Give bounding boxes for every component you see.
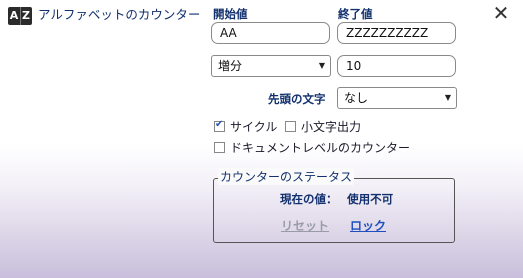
counter-status-title: カウンターのステータス [218,168,355,185]
step-mode-value: 増分 [218,59,243,73]
counter-status-group [213,178,455,243]
chevron-down-icon: ▼ [444,93,451,102]
document-level-label: ドキュメントレベルのカウンター [230,141,411,155]
lowercase-label: 小文字出力 [301,120,362,134]
app-icon-letter-z: Z [22,9,30,22]
app-title: アルファベットのカウンター [38,7,201,22]
prefix-label: 先頭の文字 [268,92,326,106]
document-level-checkbox[interactable] [214,142,225,153]
step-mode-select[interactable]: 増分 ▼ [211,55,331,77]
current-value-label: 現在の値： 使用不可 [280,191,393,207]
reset-link[interactable]: リセット [281,217,329,234]
chevron-down-icon: ▼ [318,61,325,70]
lock-link[interactable]: ロック [350,217,386,234]
end-value-label: 終了値 [338,7,373,21]
prefix-value: なし [344,91,369,105]
step-value-input[interactable] [337,55,456,77]
close-icon[interactable]: ✕ [490,2,512,24]
current-value-text: 使用不可 [347,192,394,206]
app-icon-letter-a: A [9,7,21,25]
az-counter-icon: AZ [8,7,32,25]
lowercase-checkbox[interactable] [285,121,296,132]
cycle-label: サイクル [230,120,278,134]
current-value-caption: 現在の値： [280,192,338,206]
cycle-checkbox[interactable] [214,119,225,132]
prefix-select[interactable]: なし ▼ [337,87,457,109]
start-value-label: 開始値 [213,7,248,21]
end-value-input[interactable] [337,22,456,44]
start-value-input[interactable] [211,22,330,44]
